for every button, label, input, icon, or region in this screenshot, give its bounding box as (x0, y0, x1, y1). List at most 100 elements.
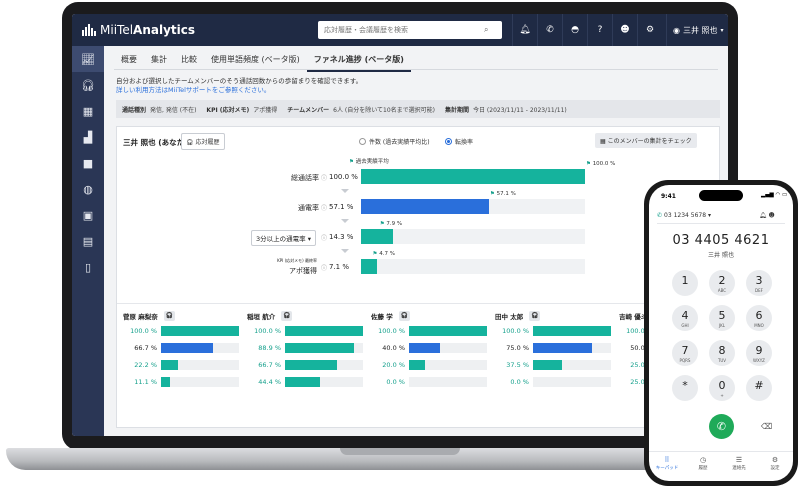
headset-icon[interactable]: 🎧︎ (163, 311, 175, 321)
headset-icon[interactable]: 🎧︎ (281, 311, 293, 321)
keypad-letters: ABC (717, 288, 727, 293)
member-bar[interactable] (161, 343, 214, 353)
support-link[interactable]: 詳しい利用方法はMiiTelサポートをご参照ください。 (116, 86, 270, 94)
phone-nav-item[interactable]: ⚙ 設定 (757, 452, 793, 481)
info-icon[interactable]: ⓘ (321, 233, 327, 242)
keypad-key[interactable]: 7 PQRS (672, 340, 698, 366)
filter-label: 集計期間 (445, 106, 470, 114)
bell-icon[interactable]: 🔔︎ (759, 212, 767, 219)
filter-value[interactable]: 今日 (2023/11/11 - 2023/11/11) (473, 105, 567, 114)
keypad-key[interactable]: * (672, 375, 698, 401)
sidebar-item-tasks[interactable]: ▤ (72, 228, 104, 254)
keypad-letters: GHI (681, 323, 689, 328)
keypad-key[interactable]: 5 JKL (709, 305, 735, 331)
benchmark-flag: ⚑ 7.9 % (380, 221, 402, 227)
member-bar[interactable] (161, 377, 170, 387)
member-bar[interactable] (161, 326, 239, 336)
sidebar-item-docs[interactable]: ▯ (72, 254, 104, 280)
funnel-bar[interactable] (361, 259, 377, 274)
keypad-key[interactable]: 6 MNO (746, 305, 772, 331)
member-bar[interactable] (409, 326, 487, 336)
keypad-key[interactable]: 4 GHI (672, 305, 698, 331)
headset-icon[interactable]: 🎧︎ (398, 311, 410, 321)
search-box[interactable]: ⌕ (318, 21, 502, 39)
user-icon[interactable]: ☻ (612, 14, 637, 46)
keypad-key[interactable]: 3 DEF (746, 270, 772, 296)
delete-button[interactable]: ⌫ (761, 422, 772, 431)
caller-id[interactable]: ✆ 03 1234 5678 ▾ (657, 212, 711, 219)
phone-nav-item[interactable]: ◷ 履歴 (685, 452, 721, 481)
filter-label: 通話種別 (122, 106, 147, 114)
keypad-key[interactable]: 0 + (709, 375, 735, 401)
sidebar-item-video[interactable]: ■ (72, 150, 104, 176)
member-bar[interactable] (533, 343, 592, 353)
radio-count[interactable]: 件数 (過去実績平均比) (359, 137, 430, 146)
funnel-step-percent: 7.1 % (329, 263, 350, 271)
member-bar[interactable] (285, 360, 338, 370)
filter-value[interactable]: 発信, 発信 (不在) (150, 105, 196, 114)
help-icon[interactable]: ? (587, 14, 612, 46)
gear-icon[interactable]: ⚙ (637, 14, 662, 46)
sidebar-item-contacts[interactable]: ▣ (72, 202, 104, 228)
keypad-key[interactable]: 8 TUV (709, 340, 735, 366)
call-history-button[interactable]: 🎧︎ 応対履歴 (181, 133, 225, 150)
info-icon[interactable]: ⓘ (321, 173, 327, 182)
dashboard-icon[interactable]: ◓ (562, 14, 587, 46)
filter-value[interactable]: 6人 (自分を除いて10名まで選択可能) (333, 105, 435, 114)
search-input[interactable] (324, 26, 484, 34)
flag-icon: ⚑ (489, 191, 497, 197)
keypad-digit: 4 (681, 309, 689, 322)
sidebar-item-calls[interactable]: 🎧︎ (72, 72, 104, 98)
check-member-button[interactable]: ▦ このメンバーの集計をチェック (595, 133, 697, 148)
funnel-step-percent: 100.0 % (329, 173, 358, 181)
headset-icon: 🎧︎ (186, 139, 194, 146)
brand-name-bold: Analytics (133, 23, 195, 37)
user-icon[interactable]: ☻ (769, 212, 775, 219)
call-history-label: 応対履歴 (195, 139, 220, 146)
robot-icon: ◍ (83, 182, 93, 196)
clipboard-icon: ▤ (82, 234, 94, 248)
keypad-key[interactable]: 9 WXYZ (746, 340, 772, 366)
keypad-key[interactable]: 1 (672, 270, 698, 296)
member-bar[interactable] (161, 360, 179, 370)
member-bar[interactable] (285, 343, 355, 353)
benchmark-flag: ⚑ 100.0 % (586, 161, 615, 167)
phone-nav-icon: ⠿ (664, 456, 670, 464)
member-bar[interactable] (533, 360, 563, 370)
funnel-bar-track (361, 259, 585, 274)
member-bar[interactable] (285, 326, 363, 336)
member-bar[interactable] (285, 377, 320, 387)
call-button[interactable]: ✆ (709, 414, 734, 439)
member-bar[interactable] (409, 343, 441, 353)
sidebar-item-table[interactable]: ▦ (72, 98, 104, 124)
funnel-bar[interactable] (361, 169, 585, 184)
phone-icon: ✆ (716, 420, 727, 433)
info-icon[interactable]: ⓘ (321, 203, 327, 212)
info-icon[interactable]: ⓘ (321, 263, 327, 272)
keypad-key[interactable]: # (746, 375, 772, 401)
user-menu[interactable]: ◉ 三井 照也 ▾ (666, 14, 728, 46)
bell-icon[interactable]: 🔔︎ (512, 14, 537, 46)
phone-nav-label: 連絡先 (732, 466, 746, 471)
main-content: 概要 集計 比較 使用単語頻度 (ベータ版) ファネル進捗 (ベータ版) 自分および選択… (104, 46, 728, 436)
member-bar[interactable] (533, 326, 611, 336)
filter-value[interactable]: アポ獲得 (253, 105, 277, 114)
funnel-bar[interactable] (361, 199, 489, 214)
headset-icon[interactable]: 🎧︎ (529, 311, 541, 321)
phone-nav-item[interactable]: ⠿ キーパッド (649, 452, 685, 481)
brand-logo[interactable]: MiiTel Analytics (72, 23, 312, 37)
keypad-key[interactable]: 2 ABC (709, 270, 735, 296)
member-bar[interactable] (409, 360, 425, 370)
laptop-screen: MiiTel Analytics ⌕ 🔔︎ ✆ ◓ ? ☻ ⚙ ◉ 三井 照也 … (72, 14, 728, 436)
phone-nav-item[interactable]: ☰ 連絡先 (721, 452, 757, 481)
funnel-bar[interactable] (361, 229, 394, 244)
sidebar-item-analytics[interactable]: 📈︎ (72, 46, 104, 72)
sidebar-item-stats[interactable]: ▟ (72, 124, 104, 150)
radio-rate[interactable]: 転換率 (445, 137, 473, 146)
sidebar-item-ai[interactable]: ◍ (72, 176, 104, 202)
keypad-digit: 2 (718, 274, 726, 287)
step-select[interactable]: 3分以上の通電率 ▾ (251, 230, 316, 246)
phone-icon[interactable]: ✆ (537, 14, 562, 46)
search-icon[interactable]: ⌕ (484, 25, 488, 35)
phone-icon: ✆ (657, 212, 663, 219)
